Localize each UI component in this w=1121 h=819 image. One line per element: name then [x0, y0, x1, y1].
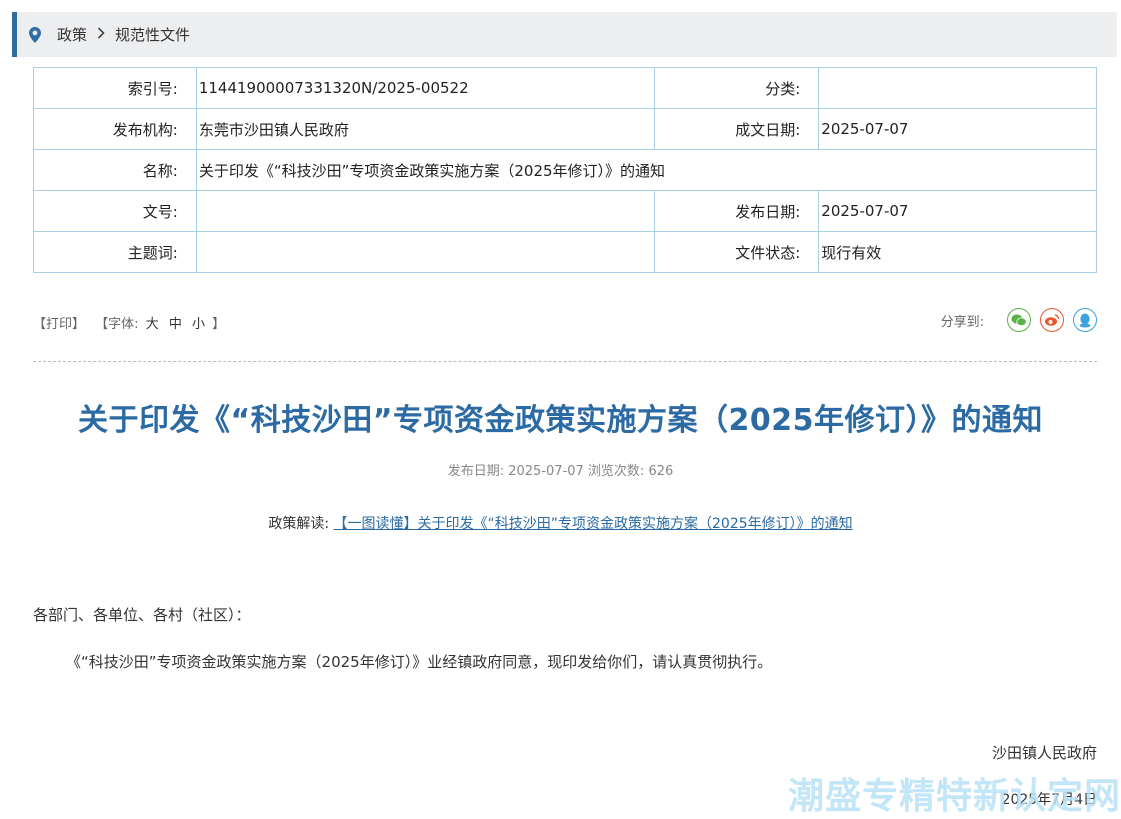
name-label: 名称: — [33, 149, 197, 191]
signer: 沙田镇人民政府 — [991, 744, 1097, 762]
print-button[interactable]: 【打印】 — [33, 317, 85, 332]
index-label: 索引号: — [33, 67, 197, 109]
location-pin-icon — [29, 26, 41, 43]
share-label: 分享到: — [940, 314, 984, 330]
category-label: 分类: — [654, 67, 820, 109]
doc-number-label: 文号: — [33, 190, 197, 232]
breadcrumb-home-link[interactable]: 政策 — [57, 24, 87, 45]
doc-number-value — [195, 190, 656, 232]
policy-reading: 政策解读: 【一图读懂】关于印发《“科技沙田”专项资金政策实施方案（2025年修… — [0, 513, 1121, 533]
salutation: 各部门、各单位、各村（社区）： — [33, 606, 251, 624]
keywords-value — [195, 231, 656, 273]
article-meta: 发布日期: 2025-07-07 浏览次数: 626 — [447, 464, 674, 479]
font-size-suffix: 】 — [212, 317, 226, 332]
publish-date-value: 2025-07-07 — [818, 190, 1097, 232]
table-row: 文号: 发布日期: 2025-07-07 — [33, 190, 1097, 232]
status-label: 文件状态: — [654, 231, 820, 273]
created-date-label: 成文日期: — [654, 108, 820, 150]
dashed-divider — [33, 361, 1097, 362]
breadcrumb: 政策 规范性文件 — [12, 12, 1117, 57]
table-row: 发布机构: 东莞市沙田镇人民政府 成文日期: 2025-07-07 — [33, 108, 1097, 150]
watermark: 潮盛专精特新认定网 — [787, 776, 1121, 817]
publisher-label: 发布机构: — [33, 108, 197, 150]
page-tools: 【打印】 【字体: 大 中 小 】 — [33, 313, 225, 332]
article-title: 关于印发《“科技沙田”专项资金政策实施方案（2025年修订）》的通知 — [78, 403, 1043, 438]
font-size-prefix: 【字体: — [95, 317, 139, 332]
policy-reading-link[interactable]: 【一图读懂】关于印发《“科技沙田”专项资金政策实施方案（2025年修订）》的通知 — [334, 516, 853, 532]
font-small-button[interactable]: 小 — [192, 317, 205, 332]
policy-reading-label: 政策解读: — [268, 516, 330, 532]
font-medium-button[interactable]: 中 — [169, 317, 182, 332]
publish-date-label: 发布日期: — [654, 190, 820, 232]
weibo-share-icon[interactable] — [1040, 308, 1064, 332]
status-value: 现行有效 — [818, 231, 1097, 273]
wechat-share-icon[interactable] — [1007, 308, 1031, 332]
font-large-button[interactable]: 大 — [146, 317, 159, 332]
index-value: 11441900007331320N/2025-00522 — [195, 67, 656, 109]
table-row: 名称: 关于印发《“科技沙田”专项资金政策实施方案（2025年修订）》的通知 — [33, 149, 1098, 191]
keywords-label: 主题词: — [33, 231, 197, 273]
publisher-value: 东莞市沙田镇人民政府 — [195, 108, 656, 150]
table-row: 主题词: 文件状态: 现行有效 — [33, 231, 1097, 273]
name-value: 关于印发《“科技沙田”专项资金政策实施方案（2025年修订）》的通知 — [195, 149, 1098, 191]
body-paragraph: 《“科技沙田”专项资金政策实施方案（2025年修订）》业经镇政府同意，现印发给你… — [66, 653, 773, 671]
table-row: 索引号: 11441900007331320N/2025-00522 分类: — [33, 67, 1097, 109]
chevron-right-icon — [97, 26, 105, 43]
created-date-value: 2025-07-07 — [818, 108, 1097, 150]
document-info-table: 索引号: 11441900007331320N/2025-00522 分类: 发… — [33, 67, 1098, 273]
category-value — [818, 67, 1097, 109]
breadcrumb-current[interactable]: 规范性文件 — [115, 24, 190, 45]
qq-share-icon[interactable] — [1073, 308, 1097, 332]
share-bar: 分享到: — [941, 308, 1097, 332]
